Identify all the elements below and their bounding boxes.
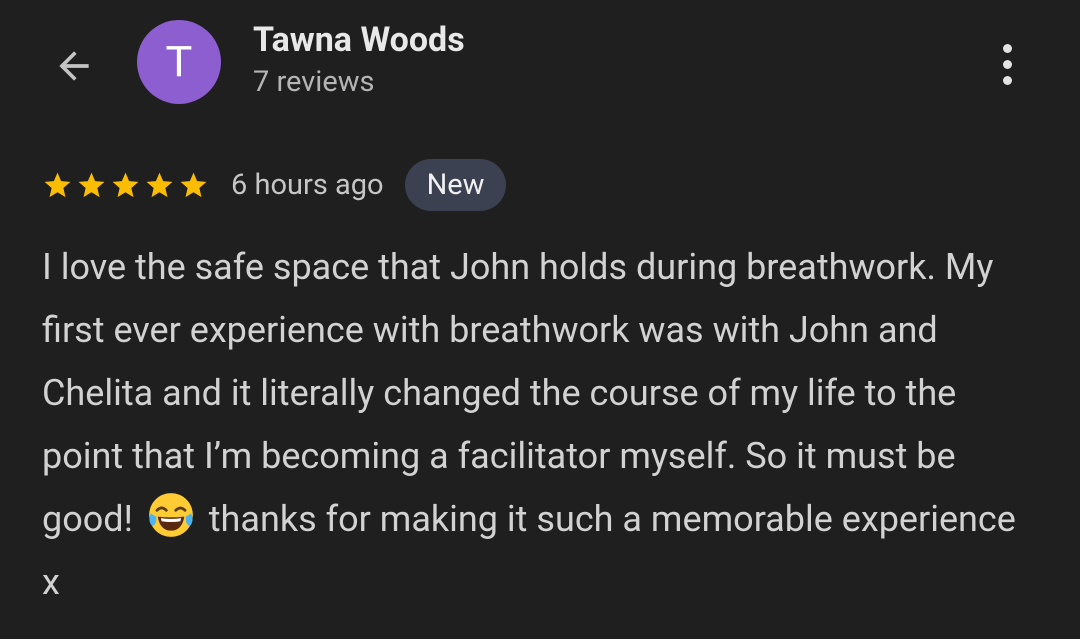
review-screen: T Tawna Woods 7 reviews 6 hours ago New … — [0, 0, 1080, 639]
review-meta: 6 hours ago New — [42, 158, 507, 212]
review-timestamp: 6 hours ago — [231, 168, 384, 202]
more-vertical-icon-dot — [1002, 75, 1012, 85]
star-rating — [42, 170, 209, 201]
more-vertical-icon — [1002, 43, 1012, 53]
star-icon — [180, 172, 207, 197]
new-badge: New — [404, 159, 507, 211]
review-count: 7 reviews — [253, 65, 375, 99]
star-icon — [146, 172, 173, 197]
avatar-letter: T — [165, 37, 193, 86]
reviewer-name[interactable]: Tawna Woods — [253, 20, 465, 60]
arrow-left-icon — [59, 51, 89, 81]
avatar[interactable]: T — [137, 20, 221, 104]
star-icon — [112, 172, 139, 197]
back-button[interactable] — [46, 38, 102, 94]
face-with-tears-of-joy-emoji — [148, 493, 193, 537]
star-icon — [44, 172, 71, 197]
more-vertical-icon-dot — [1002, 59, 1012, 69]
star-icon — [78, 172, 105, 197]
review-text: I love the safe space that John holds du… — [42, 236, 1042, 614]
more-options-button[interactable] — [985, 36, 1029, 92]
